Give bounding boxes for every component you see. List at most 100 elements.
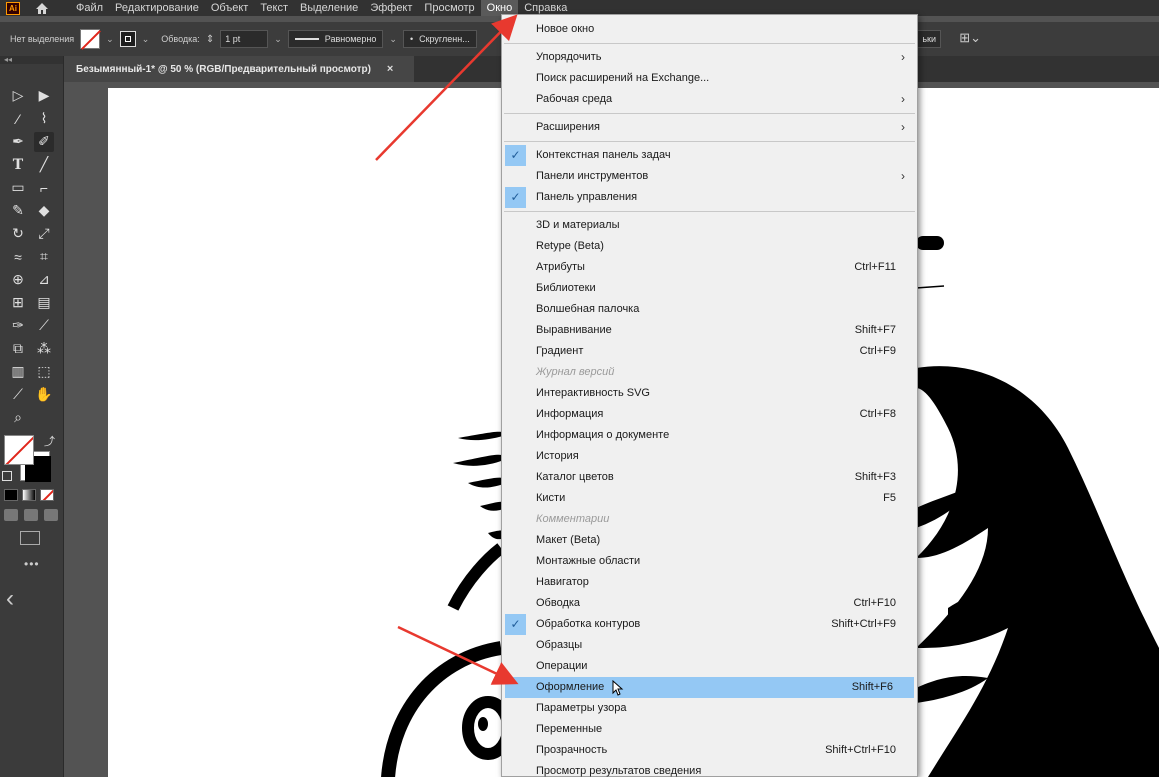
default-colors-icon[interactable] [2,471,12,481]
blend-tool-icon[interactable]: ⧉ [8,339,28,359]
document-tab[interactable]: Безымянный-1* @ 50 % (RGB/Предварительны… [64,56,414,82]
scale-tool-icon[interactable]: ⤢ [34,224,54,244]
window-menu-item[interactable]: Атрибуты Ctrl+F11 [502,257,917,278]
rotate-tool-icon[interactable]: ↻ [8,224,28,244]
window-menu-item[interactable]: Просмотр результатов сведения [502,761,917,777]
window-menu-item[interactable]: Каталог цветов Shift+F3 [502,467,917,488]
stroke-weight-input[interactable]: 1 pt [220,30,269,48]
close-icon[interactable]: × [387,63,393,75]
free-transform-icon[interactable]: ⌗ [34,247,54,267]
menu-3[interactable]: Текст [254,0,294,16]
window-menu-item[interactable]: Retype (Beta) [502,236,917,257]
swap-colors-icon[interactable]: ⤴ [44,433,55,449]
pen-tool-icon[interactable]: ✒ [8,132,28,152]
gradient-mode-button[interactable] [22,489,36,501]
fill-color-swatch[interactable] [4,435,34,465]
none-mode-button[interactable] [40,489,54,501]
chevron-down-icon[interactable]: ⌄ [106,34,114,45]
panel-grip[interactable]: ◂◂ [0,56,63,64]
shape-builder-icon[interactable]: ⊕ [8,270,28,290]
window-menu-item[interactable]: 3D и материалы [502,215,917,236]
window-menu-item[interactable]: Комментарии [502,509,917,530]
magic-wand-icon[interactable]: ⁄ [8,109,28,129]
menu-item-label: Новое окно [536,23,595,35]
window-menu-item[interactable]: ✓ Обработка контуров Shift+Ctrl+F9 [502,614,917,635]
window-menu-item[interactable]: Выравнивание Shift+F7 [502,320,917,341]
window-menu-item[interactable]: Образцы [502,635,917,656]
width-tool-icon[interactable]: ≈ [8,247,28,267]
window-menu-item[interactable]: Расширения › [502,117,917,138]
brush-select[interactable]: • Скругленн... [402,30,477,48]
rectangle-tool-icon[interactable]: ▭ [8,178,28,198]
shaper-tool-icon[interactable]: ✎ [8,201,28,221]
window-menu-item[interactable]: Поиск расширений на Exchange... [502,68,917,89]
lasso-icon[interactable]: ⌇ [34,109,54,129]
window-menu-item[interactable]: Библиотеки [502,278,917,299]
window-menu-item[interactable]: Интерактивность SVG [502,383,917,404]
window-menu-item[interactable]: Обводка Ctrl+F10 [502,593,917,614]
draw-normal-button[interactable] [4,509,18,521]
chevron-down-icon[interactable]: ⌄ [142,34,150,45]
menu-5[interactable]: Эффект [364,0,418,16]
perspective-grid-icon[interactable]: ⊿ [34,270,54,290]
window-menu-item[interactable]: Прозрачность Shift+Ctrl+F10 [502,740,917,761]
measure-icon[interactable]: ⟋ [34,316,54,336]
curvature-tool-icon[interactable]: ✐ [34,131,54,152]
window-menu-item[interactable]: Операции [502,656,917,677]
window-menu-item[interactable]: Журнал версий [502,362,917,383]
window-menu-item[interactable]: Параметры узора [502,698,917,719]
right-control-button[interactable]: ьки [917,30,941,48]
type-tool-icon[interactable]: T [8,155,28,175]
hand-tool-icon[interactable]: ✋ [34,385,54,405]
paintbrush-icon[interactable]: ⌐ [34,178,54,198]
window-menu-item[interactable]: ✓ Контекстная панель задач [502,145,917,166]
selection-tool-icon[interactable]: ▷ [8,86,28,106]
window-menu-item[interactable]: Макет (Beta) [502,530,917,551]
window-menu-item[interactable]: Кисти F5 [502,488,917,509]
window-menu-item[interactable]: ✓ Панель управления [502,187,917,208]
window-menu-item[interactable]: Волшебная палочка [502,299,917,320]
menu-4[interactable]: Выделение [294,0,364,16]
fill-swatch[interactable] [80,29,101,49]
window-menu-item[interactable]: Упорядочить › [502,47,917,68]
gradient-tool-icon[interactable]: ▤ [34,293,54,313]
window-menu-item[interactable]: Переменные [502,719,917,740]
window-menu-item[interactable]: Рабочая среда › [502,89,917,110]
eyedropper-icon[interactable]: ✑ [8,316,28,336]
artboard-tool-icon[interactable]: ⬚ [34,362,54,382]
chevron-down-icon[interactable]: ⌄ [274,34,282,45]
slice-tool-icon[interactable]: ⟋ [8,385,28,405]
screen-mode-icon[interactable] [20,531,40,545]
more-tools-icon[interactable]: ••• [24,557,63,571]
color-mode-button[interactable] [4,489,18,501]
window-menu-item[interactable]: История [502,446,917,467]
eraser-icon[interactable]: ◆ [34,201,54,221]
window-menu-item[interactable]: Панели инструментов › [502,166,917,187]
menu-0[interactable]: Файл [70,0,109,16]
line-tool-icon[interactable]: ╱ [34,155,54,175]
stepper-icon[interactable]: ⇕ [206,34,214,45]
home-icon[interactable] [34,0,50,16]
menu-6[interactable]: Просмотр [418,0,480,16]
direct-selection-tool-icon[interactable]: ▶ [34,86,54,106]
chevron-down-icon[interactable]: ⌄ [389,34,397,45]
mesh-tool-icon[interactable]: ⊞ [8,293,28,313]
stroke-swatch[interactable] [119,31,136,47]
column-graph-icon[interactable]: ▥ [8,362,28,382]
window-menu-item[interactable]: Новое окно [502,19,917,40]
window-menu-item[interactable]: Оформление Shift+F6 [505,677,914,698]
window-menu-item[interactable]: Монтажные области [502,551,917,572]
menu-1[interactable]: Редактирование [109,0,205,16]
window-menu-item[interactable]: Навигатор [502,572,917,593]
window-menu-item[interactable]: Информация Ctrl+F8 [502,404,917,425]
symbol-sprayer-icon[interactable]: ⁂ [34,339,54,359]
window-menu-item[interactable]: Градиент Ctrl+F9 [502,341,917,362]
menu-2[interactable]: Объект [205,0,254,16]
zoom-tool-icon[interactable]: ⌕ [8,408,28,428]
window-menu-item[interactable]: Информация о документе [502,425,917,446]
collapse-panel-icon[interactable]: ‹ [6,585,63,613]
stroke-profile-select[interactable]: Равномерно [287,30,384,48]
draw-behind-button[interactable] [24,509,38,521]
draw-inside-button[interactable] [44,509,58,521]
align-options-icon[interactable]: ⊞⌄ [959,30,981,46]
